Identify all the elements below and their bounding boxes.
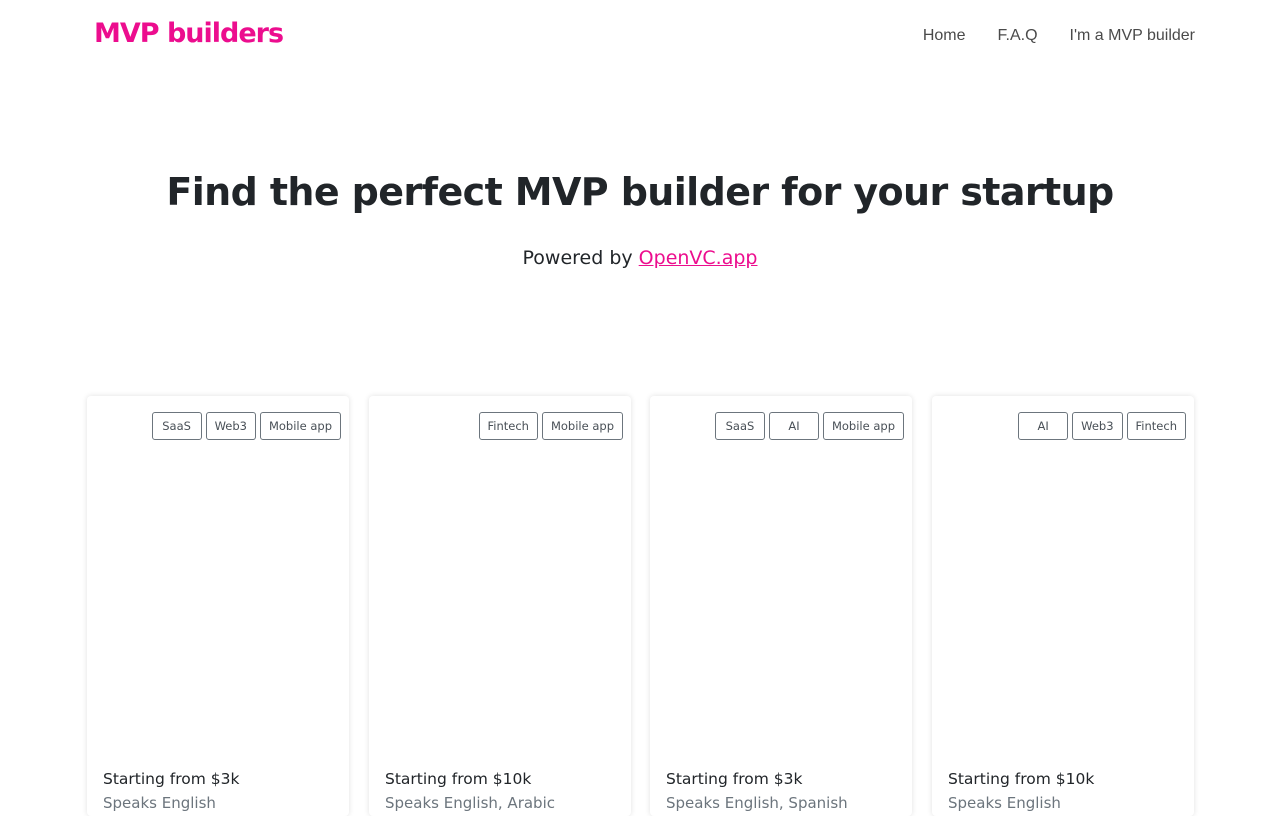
card-price: Starting from $10k xyxy=(385,770,532,788)
tag[interactable]: Mobile app xyxy=(259,412,341,440)
tag[interactable]: SaaS xyxy=(714,412,765,440)
tag-list: SaaS AI Mobile app xyxy=(714,412,904,440)
tag[interactable]: SaaS xyxy=(151,412,202,440)
tag[interactable]: Web3 xyxy=(1072,412,1123,440)
card-price: Starting from $3k xyxy=(666,770,803,788)
tag[interactable]: Mobile app xyxy=(822,412,904,440)
card-price: Starting from $3k xyxy=(103,770,240,788)
powered-by-label: Powered by xyxy=(522,247,639,269)
hero-subtitle: Powered by OpenVC.app xyxy=(0,247,1280,269)
navbar: MVP builders Home F.A.Q I'm a MVP builde… xyxy=(0,0,1280,76)
tag[interactable]: AI xyxy=(768,412,819,440)
card-languages: Speaks English, Spanish xyxy=(666,794,848,812)
nav-links: Home F.A.Q I'm a MVP builder xyxy=(891,27,1195,45)
builder-card[interactable]: AI Web3 Fintech Starting from $10k Speak… xyxy=(932,396,1194,816)
openvc-link[interactable]: OpenVC.app xyxy=(639,247,758,269)
card-languages: Speaks English xyxy=(948,794,1061,812)
site-logo[interactable]: MVP builders xyxy=(94,18,284,49)
tag[interactable]: Web3 xyxy=(205,412,256,440)
card-price: Starting from $10k xyxy=(948,770,1095,788)
tag-list: SaaS Web3 Mobile app xyxy=(151,412,341,440)
tag[interactable]: Mobile app xyxy=(541,412,623,440)
tag[interactable]: Fintech xyxy=(1126,412,1186,440)
nav-link-home[interactable]: Home xyxy=(923,27,966,45)
tag[interactable]: Fintech xyxy=(478,412,538,440)
nav-link-faq[interactable]: F.A.Q xyxy=(998,27,1038,45)
builder-card[interactable]: Fintech Mobile app Starting from $10k Sp… xyxy=(369,396,631,816)
tag[interactable]: AI xyxy=(1018,412,1069,440)
builder-card[interactable]: SaaS Web3 Mobile app Starting from $3k S… xyxy=(87,396,349,816)
card-languages: Speaks English xyxy=(103,794,216,812)
card-languages: Speaks English, Arabic xyxy=(385,794,555,812)
tag-list: Fintech Mobile app xyxy=(478,412,623,440)
tag-list: AI Web3 Fintech xyxy=(1018,412,1186,440)
hero-title: Find the perfect MVP builder for your st… xyxy=(166,170,1114,214)
builder-card[interactable]: SaaS AI Mobile app Starting from $3k Spe… xyxy=(650,396,912,816)
nav-link-builder[interactable]: I'm a MVP builder xyxy=(1070,27,1195,45)
